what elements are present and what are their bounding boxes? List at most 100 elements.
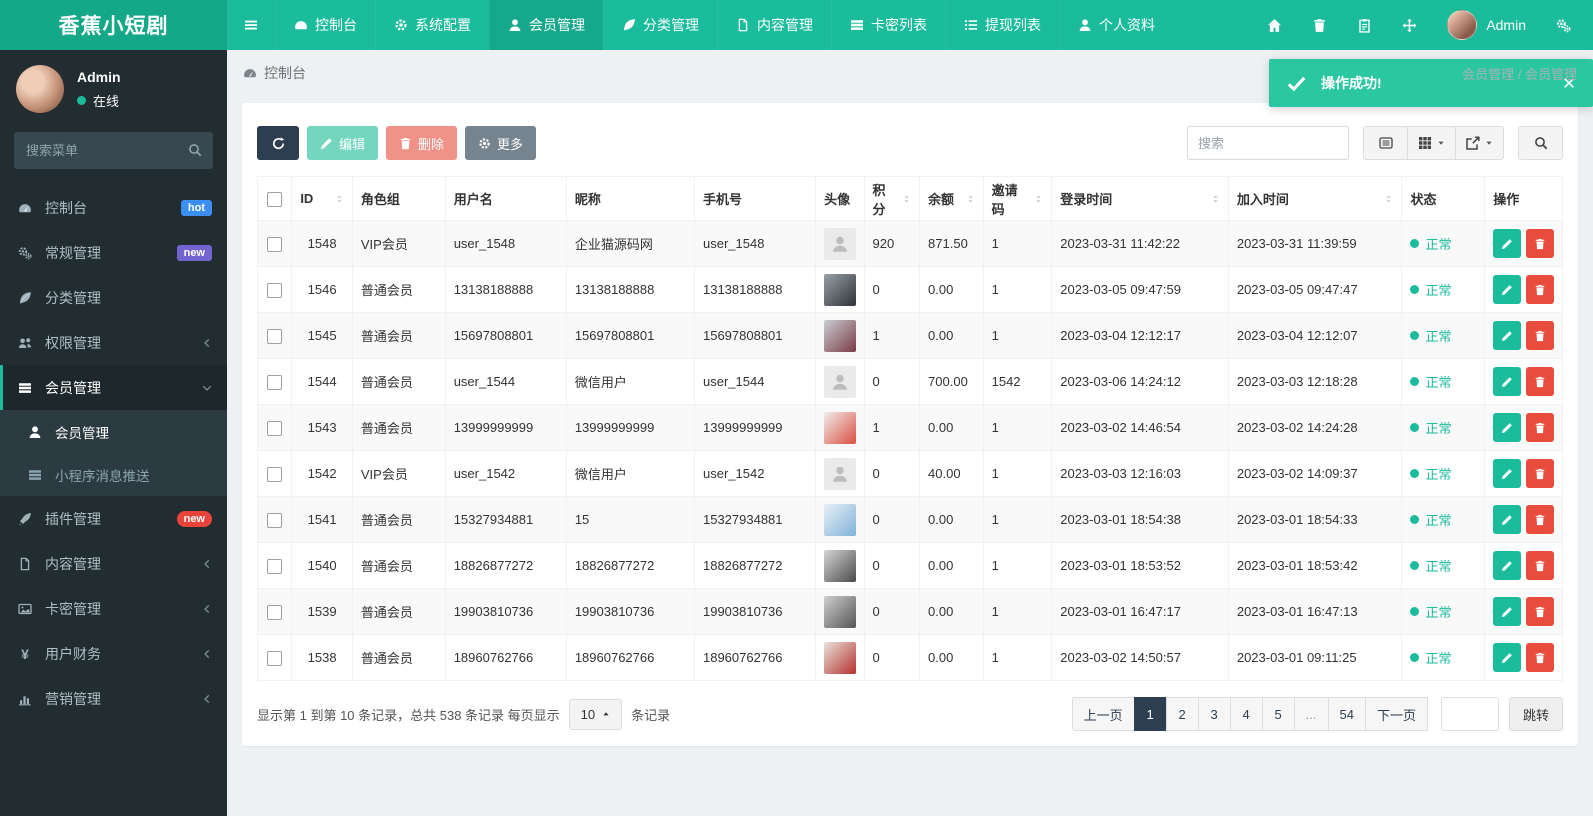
row-checkbox[interactable] — [267, 558, 283, 574]
cell-group: 普通会员 — [351, 312, 446, 359]
col-header-invite-code[interactable]: 邀请码 — [982, 176, 1053, 221]
cell-score: 0 — [863, 634, 921, 681]
sidebar-item-general[interactable]: 常规管理 new — [0, 230, 227, 275]
edit-row-button[interactable] — [1493, 229, 1522, 258]
delete-row-button[interactable] — [1526, 413, 1554, 442]
more-button[interactable]: 更多 — [465, 126, 537, 160]
cell-score: 0 — [863, 588, 921, 635]
page-item-page-3[interactable]: 3 — [1197, 697, 1231, 731]
topnav-item-console[interactable]: 控制台 — [275, 0, 375, 50]
select-all-checkbox[interactable] — [267, 191, 283, 207]
columns-button[interactable] — [1407, 126, 1456, 160]
col-header-money[interactable]: 余额 — [919, 176, 984, 221]
page-item-page-4[interactable]: 4 — [1229, 697, 1263, 731]
delete-row-button[interactable] — [1526, 643, 1554, 672]
sidebar-item-finance[interactable]: ¥ 用户财务 — [0, 631, 227, 676]
sidebar-item-marketing[interactable]: 营销管理 — [0, 676, 227, 721]
col-header-join-time[interactable]: 加入时间 — [1227, 176, 1403, 221]
row-checkbox[interactable] — [267, 420, 283, 436]
row-checkbox[interactable] — [267, 650, 283, 666]
search-button[interactable] — [1518, 126, 1563, 160]
col-header-login-time[interactable]: 登录时间 — [1051, 176, 1229, 221]
topnav-item-withdraw-list[interactable]: 提现列表 — [945, 0, 1059, 50]
delete-row-button[interactable] — [1526, 597, 1554, 626]
delete-row-button[interactable] — [1526, 551, 1554, 580]
edit-row-button[interactable] — [1493, 505, 1522, 534]
sort-icon — [335, 193, 344, 205]
sidebar-item-member[interactable]: 会员管理 — [0, 365, 227, 410]
cell-id: 1548 — [291, 220, 353, 267]
records-info-suffix: 条记录 — [631, 707, 671, 723]
sidebar-item-console[interactable]: 控制台 hot — [0, 185, 227, 230]
sidebar-toggle-button[interactable] — [227, 0, 275, 50]
gears-icon[interactable] — [1556, 18, 1571, 33]
cell-money: 0.00 — [919, 542, 984, 589]
delete-button[interactable]: 删除 — [386, 126, 458, 160]
detail-view-button[interactable] — [1363, 126, 1408, 160]
page-size-select[interactable]: 10 — [568, 698, 623, 730]
cell-mobile: user_1542 — [693, 450, 817, 497]
delete-row-button[interactable] — [1526, 275, 1554, 304]
col-header-select — [256, 176, 293, 221]
page-item-prev[interactable]: 上一页 — [1071, 697, 1135, 731]
topnav-item-profile[interactable]: 个人资料 — [1059, 0, 1173, 50]
page-item-page-54[interactable]: 54 — [1327, 697, 1366, 731]
edit-row-button[interactable] — [1493, 597, 1522, 626]
topnav-item-content-manage[interactable]: 内容管理 — [717, 0, 831, 50]
edit-row-button[interactable] — [1493, 321, 1522, 350]
export-button[interactable] — [1455, 126, 1504, 160]
delete-row-button[interactable] — [1526, 459, 1554, 488]
sidebar-item-card[interactable]: 卡密管理 — [0, 586, 227, 631]
sidebar-item-addon[interactable]: 插件管理 new — [0, 496, 227, 541]
delete-row-button[interactable] — [1526, 229, 1554, 258]
table-search-input[interactable] — [1187, 126, 1349, 160]
expand-icon[interactable] — [1402, 18, 1417, 33]
trash-icon[interactable] — [1312, 18, 1327, 33]
sidebar-subitem-member-manage[interactable]: 会员管理 — [0, 410, 227, 453]
page-item-page-2[interactable]: 2 — [1165, 697, 1199, 731]
row-checkbox[interactable] — [267, 236, 283, 252]
topnav-item-system-config[interactable]: 系统配置 — [375, 0, 489, 50]
row-checkbox[interactable] — [267, 466, 283, 482]
page-jump-input[interactable] — [1440, 697, 1499, 731]
refresh-button[interactable] — [257, 126, 299, 160]
page-item-page-1[interactable]: 1 — [1133, 697, 1167, 731]
sidebar-item-content[interactable]: 内容管理 — [0, 541, 227, 586]
col-header-score[interactable]: 积分 — [863, 176, 921, 221]
edit-row-button[interactable] — [1493, 413, 1522, 442]
topbar-user-menu[interactable]: Admin — [1447, 10, 1526, 40]
page-item-next[interactable]: 下一页 — [1364, 697, 1428, 731]
row-checkbox[interactable] — [267, 512, 283, 528]
page-jump-button[interactable]: 跳转 — [1508, 697, 1563, 731]
topnav-item-member-manage[interactable]: 会员管理 — [489, 0, 603, 50]
sidebar-subitem-mini-program-push[interactable]: 小程序消息推送 — [0, 453, 227, 496]
delete-row-button[interactable] — [1526, 505, 1554, 534]
delete-row-button[interactable] — [1526, 367, 1554, 396]
col-header-label: 邀请码 — [991, 182, 1018, 217]
cell-nickname: 18960762766 — [565, 634, 695, 681]
edit-row-button[interactable] — [1493, 275, 1522, 304]
edit-row-button[interactable] — [1493, 367, 1522, 396]
row-checkbox[interactable] — [267, 374, 283, 390]
row-checkbox[interactable] — [267, 282, 283, 298]
home-icon[interactable] — [1267, 18, 1282, 33]
row-checkbox[interactable] — [267, 604, 283, 620]
col-header-id[interactable]: ID — [291, 176, 353, 221]
sidebar-item-category[interactable]: 分类管理 — [0, 275, 227, 320]
topnav-item-card-list[interactable]: 卡密列表 — [831, 0, 945, 50]
topnav-item-category-manage[interactable]: 分类管理 — [603, 0, 717, 50]
delete-row-button[interactable] — [1526, 321, 1554, 350]
chevron-left-icon — [202, 649, 212, 659]
edit-row-button[interactable] — [1493, 459, 1522, 488]
col-header-label: 加入时间 — [1236, 192, 1289, 207]
edit-row-button[interactable] — [1493, 551, 1522, 580]
page-item-page-5[interactable]: 5 — [1261, 697, 1295, 731]
edit-button[interactable]: 编辑 — [307, 126, 379, 160]
row-checkbox[interactable] — [267, 328, 283, 344]
status-dot-icon — [1410, 653, 1420, 662]
clipboard-icon[interactable] — [1357, 18, 1372, 33]
sidebar-item-auth[interactable]: 权限管理 — [0, 320, 227, 365]
cell-group: 普通会员 — [351, 496, 446, 543]
menu-search-input[interactable] — [14, 132, 213, 169]
edit-row-button[interactable] — [1493, 643, 1522, 672]
